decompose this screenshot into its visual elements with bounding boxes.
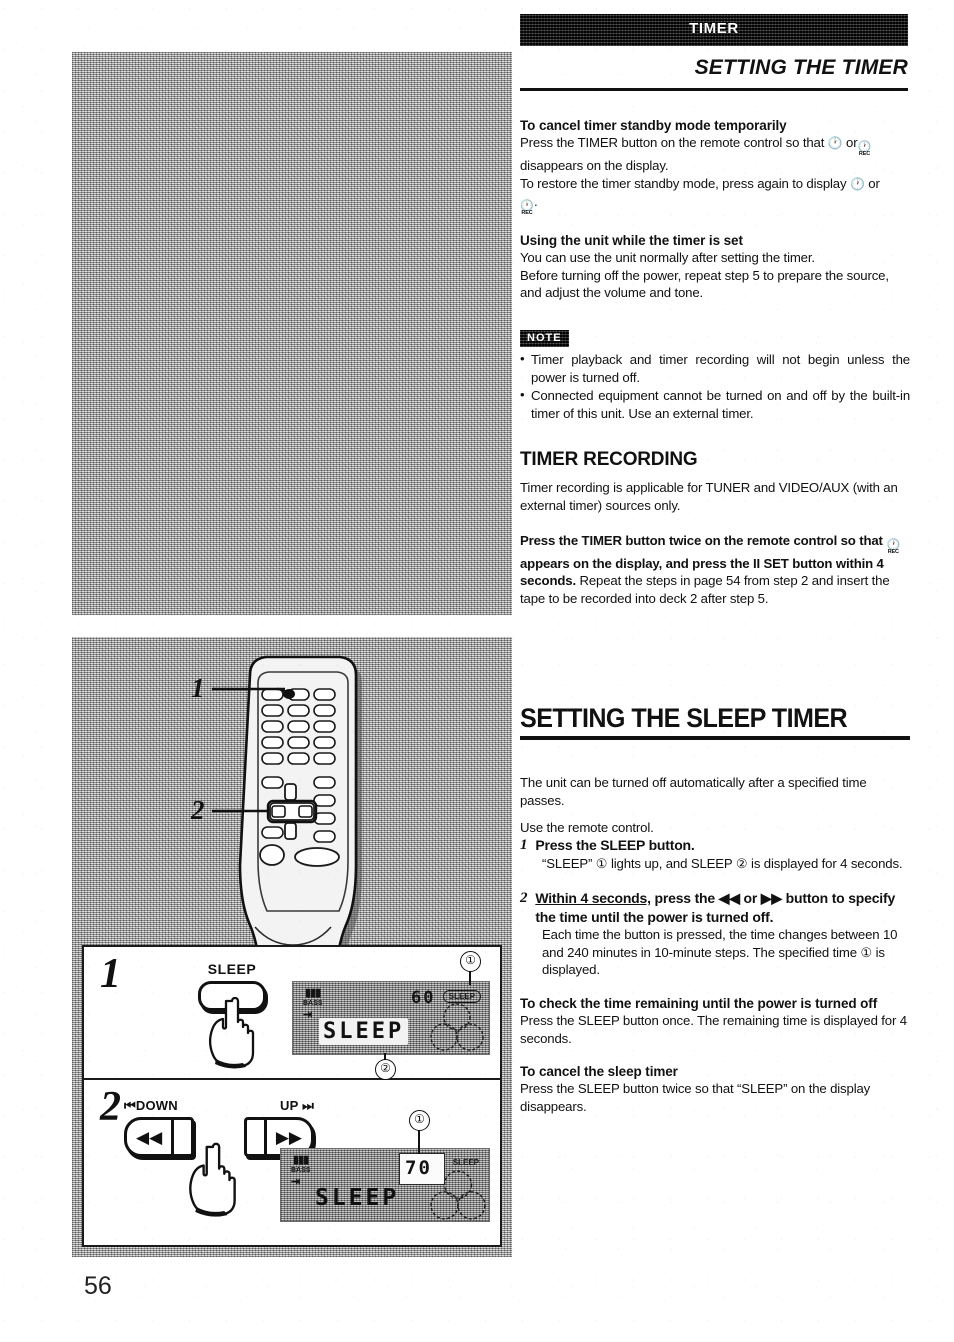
step-1-number: 1: [100, 951, 121, 997]
paragraph-cancel-sleep: Press the SLEEP button twice so that “SL…: [520, 1081, 871, 1114]
sleep-step-2-number: 2: [520, 890, 528, 907]
paragraph-using-unit-1: You can use the unit normally after sett…: [520, 250, 815, 266]
display-time-value-step-2: 70: [405, 1157, 432, 1179]
display-panel-step-1: ▮▮▮ BASS ⇥ 60 SLEEP SLEEP: [292, 981, 490, 1055]
sleep-step-2-text: Within 4 seconds, press the ◀◀ or ▶▶ but…: [535, 889, 910, 926]
display-main-text-step-2: SLEEP: [315, 1185, 400, 1211]
repeat-arrow-icon: ⇥: [303, 1009, 313, 1021]
paragraph-use-remote: Use the remote control.: [520, 819, 654, 835]
heading-timer-recording: TIMER RECORDING: [520, 449, 698, 471]
sleep-step-2-rest-b: or: [743, 890, 758, 907]
button-divider: [171, 1120, 175, 1154]
cancel-standby-line3a: To restore the timer standby mode, press…: [520, 175, 847, 191]
cancel-standby-line1a: Press the TIMER button on the remote con…: [520, 135, 825, 150]
step-2-panel: 2 ⏮DOWN UP ⏭ ◀◀ ▶▶ ▮▮▮ BASS ⇥ 70 SLEEP S…: [84, 1080, 500, 1247]
timer-tab-label: TIMER: [689, 20, 739, 37]
clock-icon: 🕐: [827, 136, 843, 150]
paragraph-using-unit-2: Before turning off the power, repeat ste…: [520, 267, 889, 301]
bass-indicator-icon: ▮▮▮ BASS: [303, 987, 323, 1007]
sleep-step-1-title: 1 Press the SLEEP button.: [520, 836, 910, 855]
remote-callout-2: 2: [191, 795, 205, 825]
timer-rec-icon: 🕐 REC: [857, 141, 872, 158]
cancel-standby-or1: or: [846, 135, 858, 150]
paragraph-check-remaining: Press the SLEEP button once. The remaini…: [520, 1012, 907, 1046]
step-1-panel: 1 SLEEP ▮▮▮ BASS ⇥ 60 SLEEP SLEEP ① ②: [84, 947, 500, 1080]
timer-rec-icon: 🕐 REC: [520, 200, 534, 217]
skip-back-icon: ⏮: [124, 1098, 136, 1113]
display-panel-step-2: ▮▮▮ BASS ⇥ 70 SLEEP SLEEP: [280, 1148, 490, 1222]
fast-forward-glyph: ▶▶: [275, 1127, 302, 1147]
page-title: SETTING THE TIMER: [694, 56, 908, 79]
clock-icon: 🕐: [849, 176, 865, 191]
repeat-arrow-icon: ⇥: [291, 1176, 301, 1188]
fast-forward-icon: ▶▶: [760, 890, 782, 907]
sleep-step-2-rest-a: press the: [654, 890, 716, 907]
sleep-indicator-step-2: SLEEP: [452, 1158, 479, 1167]
tr-instruction-c: Repeat the steps in page 54 from step 2 …: [520, 573, 890, 606]
sleep-timer-steps-card: 1 SLEEP ▮▮▮ BASS ⇥ 60 SLEEP SLEEP ① ② 2 …: [82, 945, 502, 1247]
title-rule: [520, 88, 908, 91]
cancel-standby-or2: or: [868, 175, 880, 191]
timer-tab-header: TIMER: [520, 14, 908, 46]
bass-indicator-label: BASS: [291, 1166, 311, 1174]
heading-cancel-standby: To cancel timer standby mode temporarily: [520, 118, 787, 133]
pointing-hand-icon: [189, 1142, 236, 1217]
sleep-step-2-underlined: Within 4 seconds,: [535, 890, 651, 907]
paragraph-timer-recording-intro: Timer recording is applicable for TUNER …: [520, 480, 898, 513]
callout-2-step-1: ②: [375, 1059, 396, 1080]
paragraph-cancel-standby: Press the TIMER button on the remote con…: [520, 134, 910, 216]
disc-indicator-icon: [430, 1170, 486, 1220]
heading-cancel-sleep: To cancel the sleep timer: [520, 1064, 678, 1080]
heading-check-remaining: To check the time remaining until the po…: [520, 995, 878, 1011]
bass-indicator-icon: ▮▮▮ BASS: [291, 1154, 311, 1174]
note-item: Connected equipment cannot be turned on …: [520, 386, 910, 422]
heading-sleep-timer: SETTING THE SLEEP TIMER: [520, 703, 848, 734]
sleep-step-2-title: 2 Within 4 seconds, press the ◀◀ or ▶▶ b…: [520, 889, 910, 926]
up-button-label: UP ⏭: [280, 1098, 314, 1113]
callout-1-leader-step-2: [418, 1128, 420, 1154]
remote-callout-1: 1: [191, 673, 205, 703]
paragraph-timer-recording-instruction: Press the TIMER button twice on the remo…: [520, 532, 910, 608]
disc-indicator-icon: [430, 1003, 484, 1051]
callout-1-step-1: ①: [460, 951, 481, 972]
rewind-glyph: ◀◀: [136, 1127, 163, 1147]
sleep-step-1-number: 1: [520, 837, 528, 854]
note-badge: NOTE: [520, 330, 569, 347]
down-button-label: ⏮DOWN: [124, 1098, 178, 1113]
sleep-step-1-text: Press the SLEEP button.: [535, 837, 695, 854]
sleep-button-label: SLEEP: [207, 961, 257, 977]
paragraph-sleep-intro: The unit can be turned off automatically…: [520, 775, 867, 808]
cancel-standby-line2: disappears on the display.: [520, 158, 669, 173]
main-text-column: To cancel timer standby mode temporarily…: [520, 118, 910, 1115]
callout-1-step-2: ①: [409, 1110, 430, 1131]
display-main-text-step-1: SLEEP: [319, 1018, 409, 1045]
step-2-number: 2: [100, 1084, 121, 1130]
skip-forward-icon: ⏭: [298, 1098, 314, 1113]
cancel-standby-period: .: [534, 194, 538, 210]
pointing-hand-icon: [209, 997, 255, 1069]
tr-instruction-a: Press the TIMER button twice on the remo…: [520, 532, 883, 548]
paragraph-sleep-step-1: “SLEEP” ① lights up, and SLEEP ② is disp…: [542, 855, 903, 871]
heading-using-unit: Using the unit while the timer is set: [520, 233, 743, 249]
page-number: 56: [84, 1272, 112, 1300]
blank-illustration-panel: [72, 52, 512, 615]
note-list: Timer playback and timer recording will …: [520, 350, 910, 422]
timer-rec-icon: 🕐 REC: [886, 538, 901, 555]
note-item: Timer playback and timer recording will …: [520, 350, 910, 386]
rewind-icon: ◀◀: [718, 890, 740, 907]
paragraph-sleep-step-2: Each time the button is pressed, the tim…: [542, 927, 898, 978]
bass-indicator-label: BASS: [303, 999, 323, 1007]
